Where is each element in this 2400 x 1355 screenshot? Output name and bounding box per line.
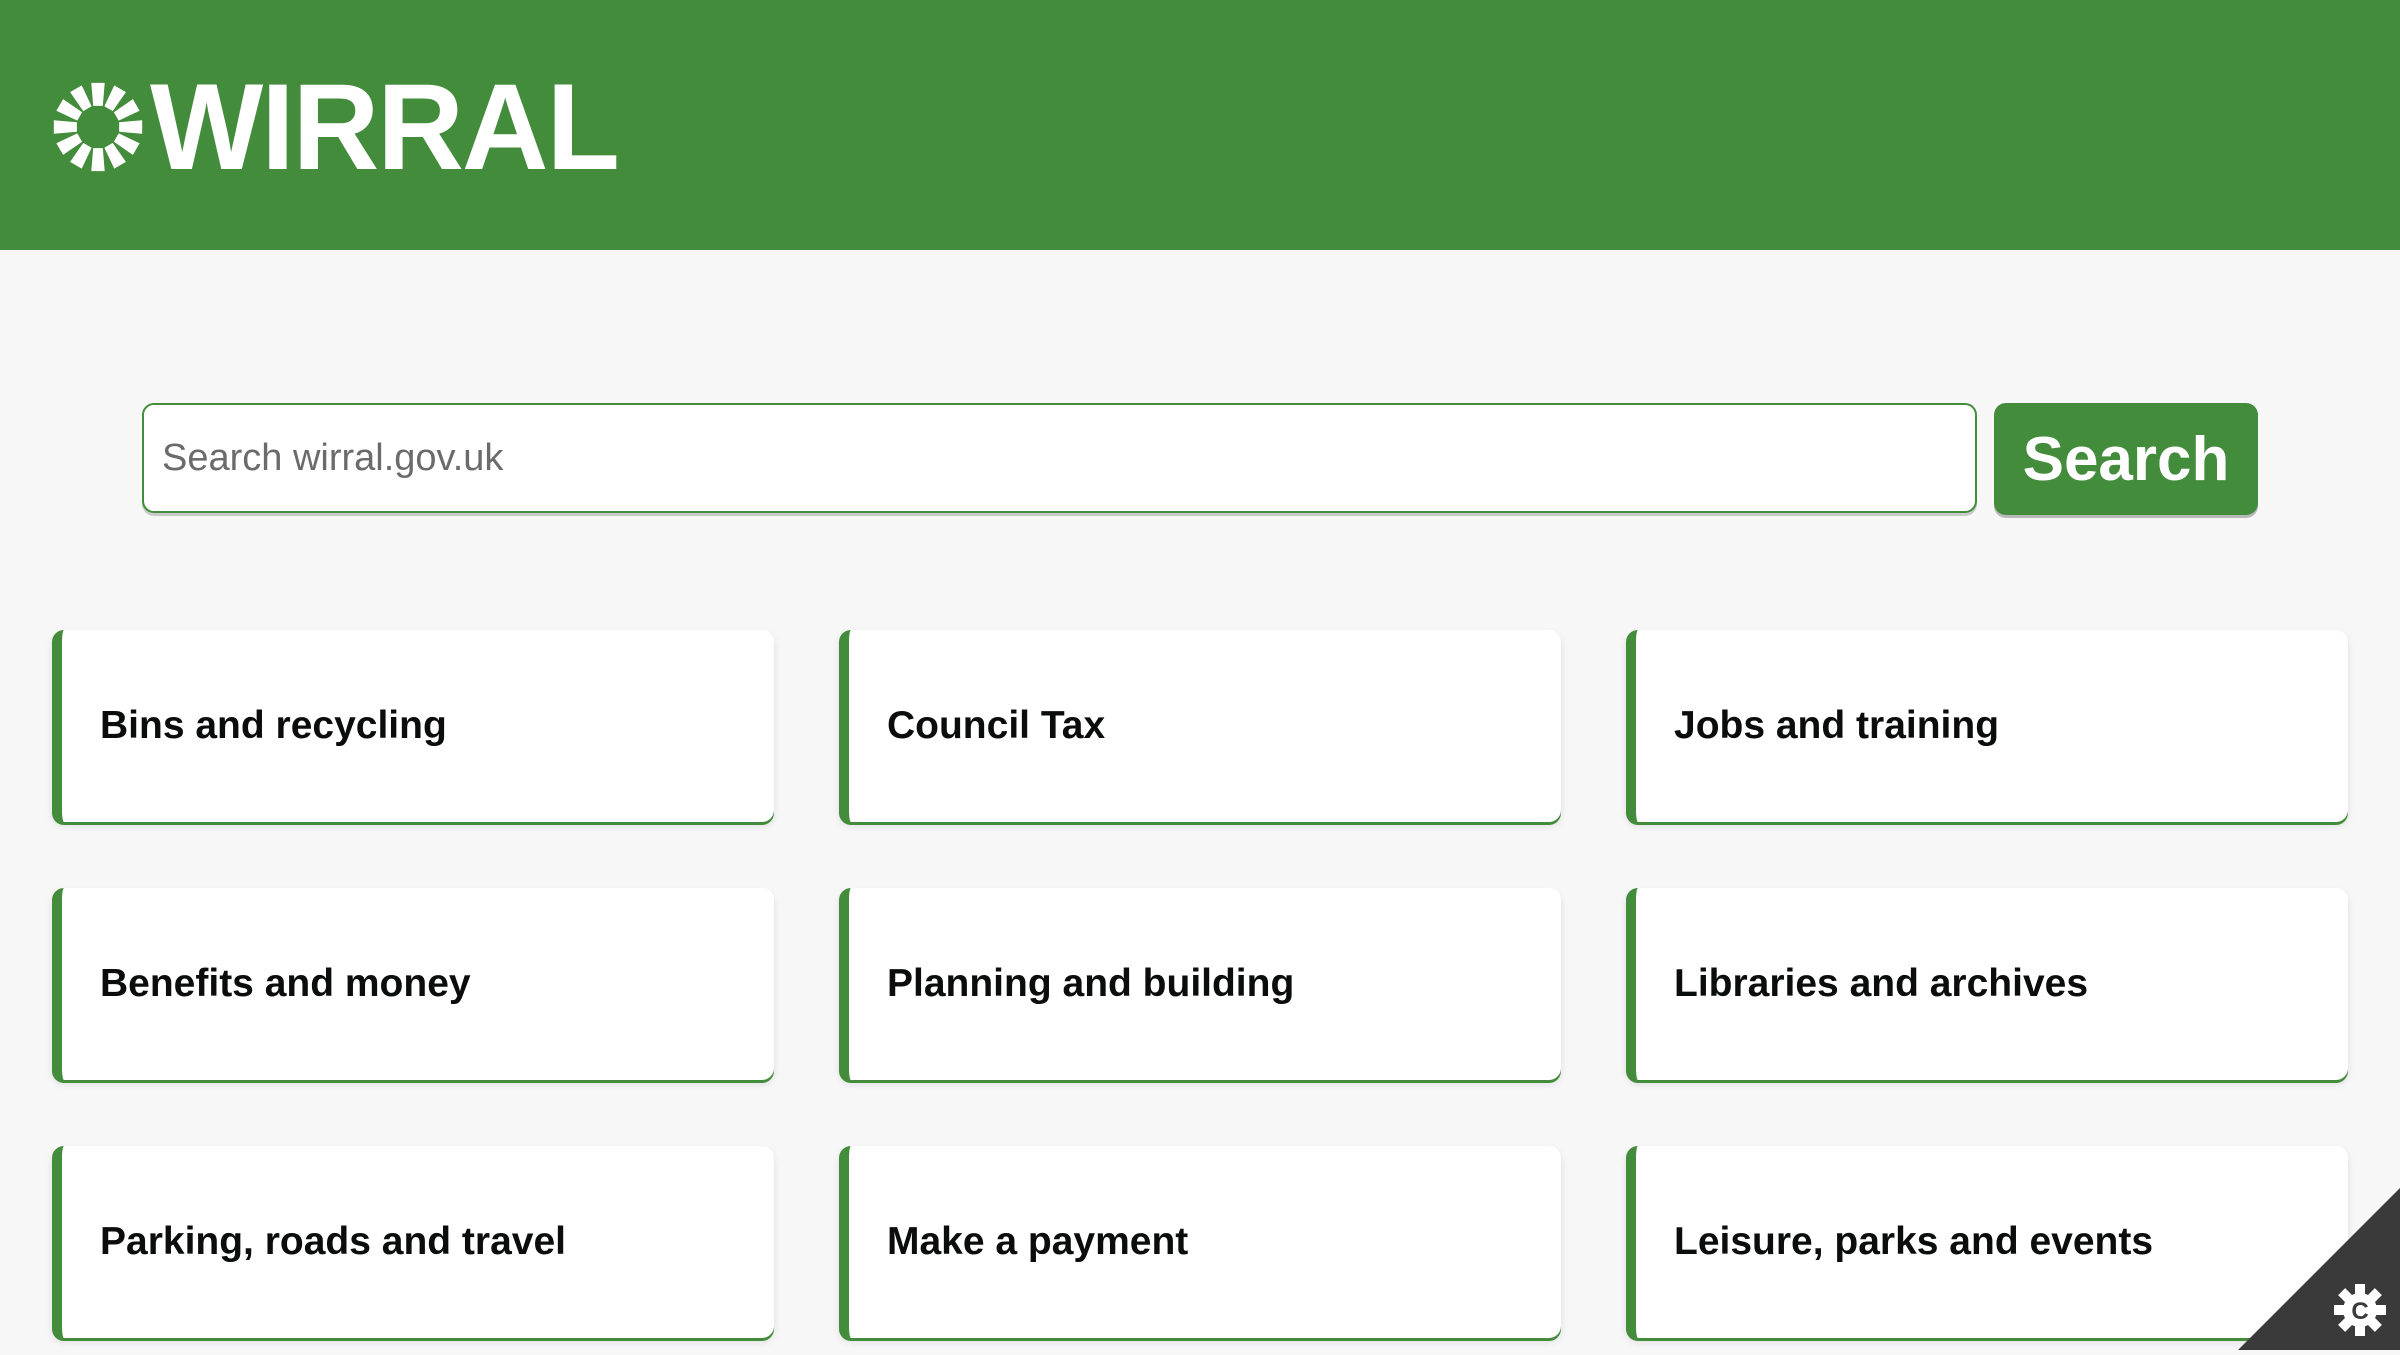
cookie-settings-button[interactable]: C [2238,1188,2400,1350]
search-button[interactable]: Search [1994,403,2258,515]
tile-planning-and-building[interactable]: Planning and building [839,888,1561,1080]
tile-make-a-payment[interactable]: Make a payment [839,1146,1561,1338]
tile-council-tax[interactable]: Council Tax [839,630,1561,822]
tile-label: Council Tax [887,630,1105,822]
tile-benefits-and-money[interactable]: Benefits and money [52,888,774,1080]
cookie-gear-icon: C [2238,1188,2400,1350]
search-input[interactable] [142,403,1977,513]
site-header: WIRRAL [0,0,2400,250]
tile-label: Libraries and archives [1674,888,2088,1080]
tile-bins-and-recycling[interactable]: Bins and recycling [52,630,774,822]
tile-label: Parking, roads and travel [100,1146,566,1338]
tile-libraries-and-archives[interactable]: Libraries and archives [1626,888,2348,1080]
tile-label: Leisure, parks and events [1674,1146,2153,1338]
wirral-emblem-icon [50,79,146,175]
tile-parking-roads-and-travel[interactable]: Parking, roads and travel [52,1146,774,1338]
tile-label: Planning and building [887,888,1294,1080]
wirral-logo[interactable]: WIRRAL [50,72,618,182]
tile-jobs-and-training[interactable]: Jobs and training [1626,630,2348,822]
cookie-glyph: C [2351,1298,2368,1325]
tile-label: Make a payment [887,1146,1188,1338]
tile-label: Benefits and money [100,888,471,1080]
tile-label: Jobs and training [1674,630,1999,822]
tile-label: Bins and recycling [100,630,447,822]
logo-wordmark: WIRRAL [150,71,618,183]
